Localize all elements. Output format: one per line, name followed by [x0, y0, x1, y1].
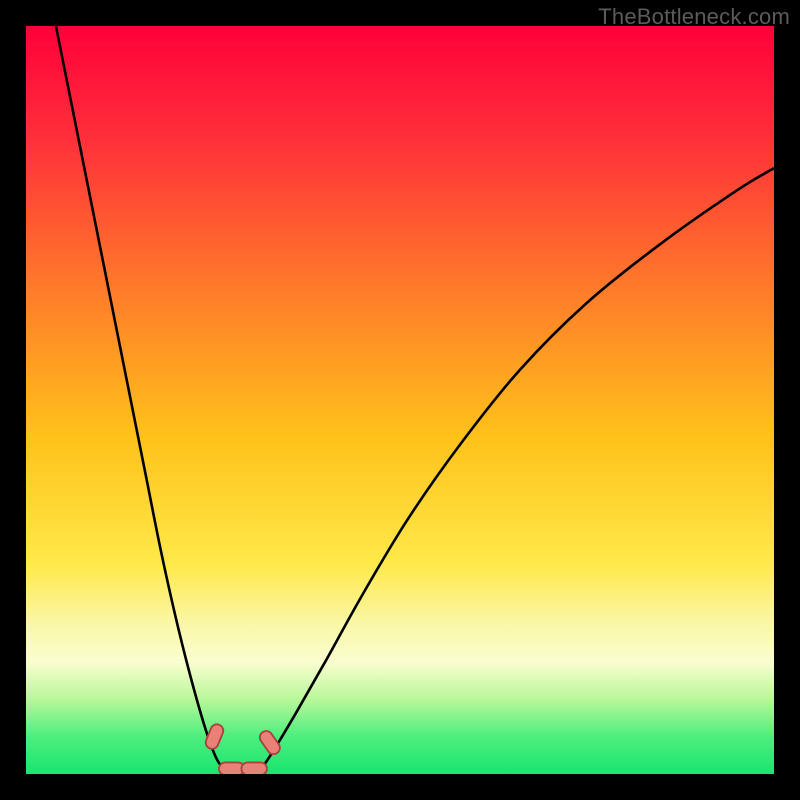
marker-right — [257, 729, 282, 757]
right-curve — [258, 168, 774, 774]
chart-frame: TheBottleneck.com — [0, 0, 800, 800]
marker-left — [204, 722, 225, 750]
plot-area — [26, 26, 774, 774]
marker-group — [204, 722, 283, 774]
curves-layer — [26, 26, 774, 774]
left-curve — [56, 26, 228, 774]
marker-bottom-right — [241, 762, 266, 774]
watermark-text: TheBottleneck.com — [598, 4, 790, 30]
